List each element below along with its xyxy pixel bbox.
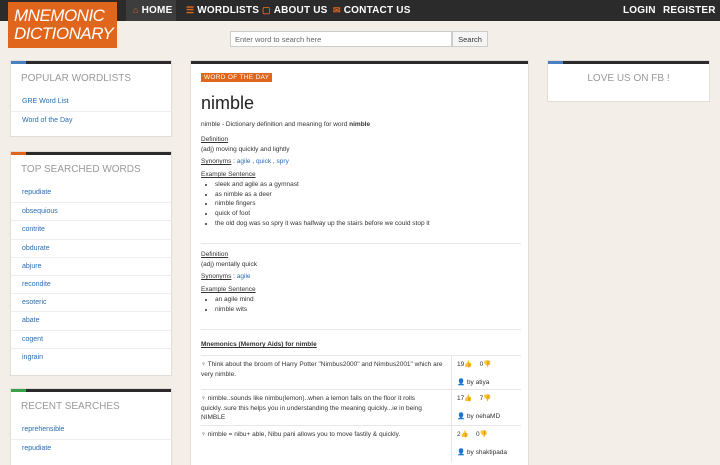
search-button[interactable]: Search [452,31,488,47]
top-searched-list: repudiate obsequious contrite obdurate a… [11,184,171,366]
bulb-icon: ♀ [201,395,206,402]
popular-wordlists-panel: POPULAR WORDLISTS GRE Word List Word of … [10,60,172,137]
recent-word-link[interactable]: reprehensible [11,421,171,439]
definition-label: Definition [201,136,229,143]
synonym-link[interactable]: agile [237,158,251,165]
example-sentence: nimble wits [215,305,257,315]
definition-text: (adj) mentally quick [201,260,257,268]
top-searched-title: TOP SEARCHED WORDS [21,164,141,175]
example-list: sleek and agile as a gymnast as nimble a… [201,180,430,229]
mnemonic-author: 👤 by atiya [457,379,490,386]
top-word-link[interactable]: repudiate [11,184,171,202]
user-icon: 👤 [457,413,466,420]
definition-label: Definition [201,251,229,258]
thumbs-down-icon[interactable]: 👎 [483,361,491,368]
top-searched-panel: TOP SEARCHED WORDS repudiate obsequious … [10,151,172,376]
nav-wordlists[interactable]: ☰ WORDLISTS [186,0,259,21]
thumbs-down-icon[interactable]: 👎 [483,395,491,402]
sense-1: Definition (adj) moving quickly and ligh… [201,135,430,228]
top-word-link[interactable]: contrite [11,220,171,238]
word-intro: nimble - Dictionary definition and meani… [201,121,371,128]
top-word-link[interactable]: abjure [11,256,171,275]
thumbs-up-icon[interactable]: 👍 [464,361,472,368]
synonym-link[interactable]: quick [256,158,271,165]
popular-wordlists-list: GRE Word List Word of the Day [11,93,171,129]
word-detail-panel: WORD OF THE DAY nimble nimble - Dictiona… [190,60,529,465]
recent-word-link[interactable]: repudiate [11,439,171,457]
home-icon: ⌂ [133,5,139,15]
wordlist-link[interactable]: Word of the Day [11,111,171,129]
top-word-link[interactable]: recondite [11,274,171,293]
example-list: an agile mind nimble wits [201,295,257,314]
definition-text: (adj) moving quickly and lightly [201,145,290,153]
bulb-icon: ♀ [201,361,206,368]
thumbs-up-icon[interactable]: 👍 [464,395,472,402]
top-word-link[interactable]: abate [11,311,171,329]
example-sentence: nimble fingers [215,199,430,209]
bulb-icon: ♀ [201,431,206,438]
top-word-link[interactable]: esoteric [11,293,171,311]
logo-line-1: MNEMONIC [14,6,105,25]
mnemonic-item: ♀ nimble..sounds like nimbu(lemon)..when… [201,389,521,426]
example-sentence: quick of foot [215,209,430,219]
facebook-title: LOVE US ON FB ! [587,73,670,84]
vote-controls: 19👍 0👎 [457,361,492,368]
search-input[interactable] [230,31,452,47]
vote-controls: 2👍 0👎 [457,431,488,438]
logo-line-2: DICTIONARY [14,24,114,43]
recent-searches-list: reprehensible repudiate [11,421,171,457]
mnemonic-item: ♀ nimble = nibu+ able, Nibu pani allows … [201,425,521,462]
synonyms-row: Synonyms : agile , quick , spry [201,158,289,166]
sense-2: Definition (adj) mentally quick Synonyms… [201,250,257,314]
vote-controls: 17👍 7👎 [457,395,492,402]
user-icon: 👤 [457,449,466,456]
recent-searches-title: RECENT SEARCHES [21,401,120,412]
document-icon: ▢ [262,5,271,15]
synonyms-row: Synonyms : agile [201,273,251,281]
list-icon: ☰ [186,5,195,15]
top-word-link[interactable]: obsequious [11,202,171,220]
example-sentence: the old dog was so spry it was halfway u… [215,219,430,229]
synonym-link[interactable]: agile [237,273,251,280]
word-title: nimble [201,93,255,113]
nav-register[interactable]: REGISTER [663,0,716,21]
top-word-link[interactable]: obdurate [11,238,171,257]
example-sentence: as nimble as a deer [215,190,430,200]
nav-contact-us[interactable]: ✉ CONTACT US [333,0,411,21]
nav-home[interactable]: ⌂ HOME [126,0,176,21]
example-label: Example Sentence [201,171,256,179]
example-sentence: sleek and agile as a gymnast [215,180,430,190]
nav-login[interactable]: LOGIN [623,0,656,21]
site-logo[interactable]: MNEMONIC DICTIONARY [8,2,117,48]
mnemonic-author: 👤 by shaktipada [457,449,508,456]
user-icon: 👤 [457,379,466,386]
recent-searches-panel: RECENT SEARCHES reprehensible repudiate [10,388,172,465]
word-of-the-day-badge: WORD OF THE DAY [201,73,273,82]
envelope-icon: ✉ [333,5,341,15]
nav-about-us[interactable]: ▢ ABOUT US [262,0,328,21]
mnemonic-author: 👤 by nehaMD [457,413,501,420]
mnemonics-title: Mnemonics (Memory Aids) for nimble [201,341,317,348]
popular-wordlists-title: POPULAR WORDLISTS [21,73,132,84]
top-word-link[interactable]: ingrain [11,347,171,366]
example-label: Example Sentence [201,286,256,294]
mnemonic-item: ♀ Think about the broom of Harry Potter … [201,355,521,390]
synonym-link[interactable]: spry [277,158,289,165]
top-word-link[interactable]: cogent [11,329,171,348]
facebook-panel: LOVE US ON FB ! [547,60,710,102]
example-sentence: an agile mind [215,295,257,305]
thumbs-down-icon[interactable]: 👎 [480,431,488,438]
wordlist-link[interactable]: GRE Word List [11,93,171,111]
thumbs-up-icon[interactable]: 👍 [461,431,469,438]
